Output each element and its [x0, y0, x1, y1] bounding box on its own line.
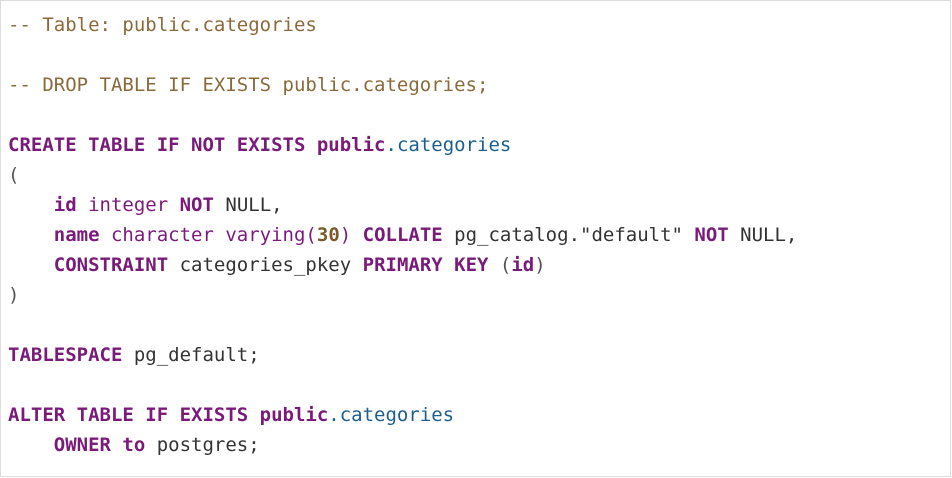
code-token-keyword: CREATE TABLE IF NOT EXISTS public	[8, 134, 386, 156]
code-token-number: 30	[316, 224, 340, 246]
code-token-plain: pg_default;	[122, 344, 260, 366]
code-line[interactable]: id integer NOT NULL,	[8, 190, 797, 220]
code-line[interactable]: ALTER TABLE IF EXISTS public.categories	[8, 400, 797, 430]
code-token-plain: postgres;	[145, 434, 260, 456]
code-line[interactable]: CONSTRAINT categories_pkey PRIMARY KEY (…	[8, 250, 797, 280]
code-token-keyword: COLLATE	[362, 224, 443, 246]
code-token-plain: categories_pkey	[168, 254, 363, 276]
code-line[interactable]: ​	[8, 310, 797, 340]
code-token-keyword: TABLESPACE	[8, 344, 123, 366]
code-line[interactable]: -- DROP TABLE IF EXISTS public.categorie…	[8, 70, 797, 100]
code-token-punct: (	[8, 164, 20, 186]
sql-code-editor[interactable]: -- Table: public.categories ​ -- DROP TABL…	[0, 0, 951, 477]
code-token-keyword: id	[511, 254, 535, 276]
code-line[interactable]: ​	[8, 40, 797, 70]
code-token-plain: NULL,	[213, 194, 283, 216]
code-line[interactable]: ​	[8, 370, 797, 400]
code-line[interactable]: ​	[8, 100, 797, 130]
code-token-keyword: PRIMARY KEY	[362, 254, 489, 276]
code-token-plain: NULL,	[728, 224, 798, 246]
code-token-property: .categories	[328, 404, 455, 426]
code-line[interactable]: name character varying(30) COLLATE pg_ca…	[8, 220, 798, 250]
code-token-property: .categories	[385, 134, 512, 156]
code-token-keyword: NOT	[179, 194, 214, 216]
code-token-type: character varying(	[99, 224, 317, 246]
code-token-keyword: name	[53, 224, 100, 246]
code-token-keyword: ALTER TABLE IF EXISTS public	[8, 404, 329, 426]
code-token-keyword: CONSTRAINT	[53, 254, 169, 276]
code-token-plain: pg_catalog."default"	[442, 224, 695, 246]
code-token-keyword: id	[53, 194, 77, 216]
code-line[interactable]: CREATE TABLE IF NOT EXISTS public.catego…	[8, 130, 797, 160]
code-token-type: integer	[76, 194, 180, 216]
code-line[interactable]: -- Table: public.categories	[8, 10, 797, 40]
code-token-comment: -- Table: public.categories	[8, 14, 317, 36]
code-line[interactable]: (	[8, 160, 797, 190]
code-token-keyword: OWNER to	[53, 434, 146, 456]
code-token-keyword: NOT	[694, 224, 729, 246]
code-content[interactable]: -- Table: public.categories ​ -- DROP TABL…	[8, 10, 797, 460]
code-token-punct: (	[488, 254, 512, 276]
code-token-type: )	[339, 224, 363, 246]
code-token-punct: )	[8, 284, 20, 306]
code-line[interactable]: OWNER to postgres;	[8, 430, 797, 460]
code-token-comment: -- DROP TABLE IF EXISTS public.categorie…	[8, 74, 489, 96]
code-line[interactable]: )	[8, 280, 797, 310]
code-token-punct: )	[534, 254, 546, 276]
code-line[interactable]: TABLESPACE pg_default;	[8, 340, 797, 370]
